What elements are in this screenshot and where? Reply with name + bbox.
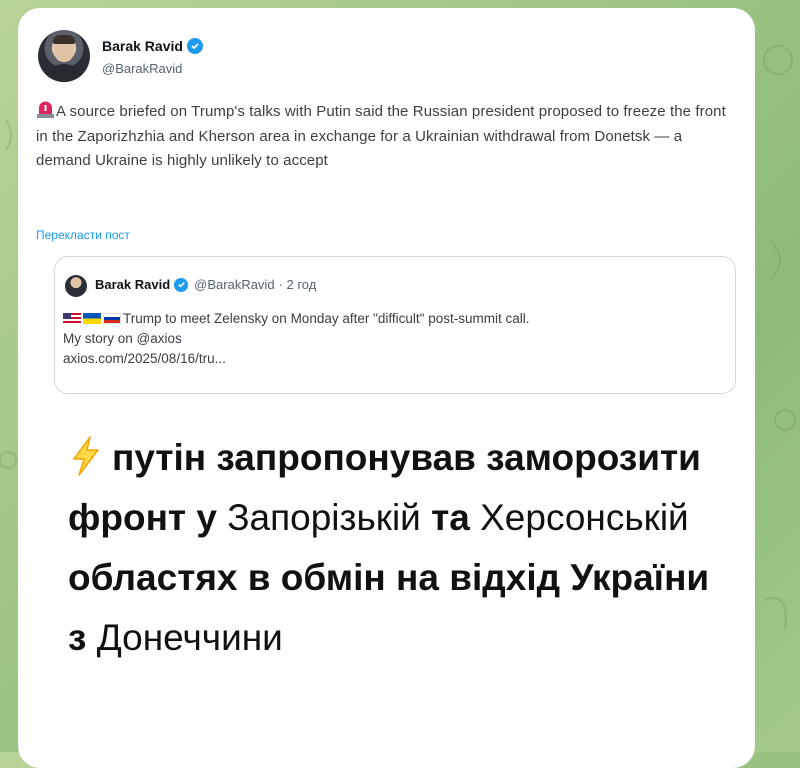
- headline-part-6: Донеччини: [96, 617, 283, 658]
- ukraine-flag-icon: [83, 313, 101, 324]
- quoted-line-2: My story on @axios: [63, 331, 182, 346]
- headline-text: путін запропонував заморозити фронт у За…: [68, 428, 728, 668]
- quoted-header: Barak Ravid @BarakRavid · 2 год: [95, 277, 316, 292]
- quoted-tweet-card[interactable]: Barak Ravid @BarakRavid · 2 год Trump to…: [54, 256, 736, 394]
- translate-link[interactable]: Перекласти пост: [36, 228, 130, 242]
- author-handle[interactable]: @BarakRavid: [102, 61, 182, 76]
- quoted-avatar: [65, 275, 87, 297]
- quoted-link[interactable]: axios.com/2025/08/16/tru...: [63, 349, 723, 369]
- headline-part-2: Запорізькій: [227, 497, 421, 538]
- quoted-author-handle: @BarakRavid: [194, 277, 275, 292]
- quoted-text: Trump to meet Zelensky on Monday after "…: [63, 309, 723, 369]
- verified-icon: [174, 277, 189, 292]
- message-bubble: Barak Ravid @BarakRavid A source briefed…: [18, 8, 755, 768]
- headline-part-3: та: [431, 497, 470, 538]
- author-name[interactable]: Barak Ravid: [102, 38, 183, 54]
- quoted-timestamp: · 2 год: [278, 277, 317, 292]
- avatar[interactable]: [38, 30, 90, 82]
- quoted-line-1-text: Trump to meet Zelensky on Monday after "…: [123, 311, 530, 326]
- quoted-line-1: Trump to meet Zelensky on Monday after "…: [63, 309, 723, 329]
- quoted-author-name: Barak Ravid: [95, 277, 171, 292]
- tweet-body: A source briefed on Trump's talks with P…: [36, 103, 726, 169]
- headline-part-4: Херсонській: [480, 497, 689, 538]
- lightning-icon: [68, 434, 104, 476]
- verified-icon: [186, 38, 203, 54]
- siren-icon: [36, 101, 55, 118]
- tweet-header: Barak Ravid @BarakRavid: [38, 30, 538, 90]
- author-row: Barak Ravid: [102, 38, 203, 54]
- russia-flag-icon: [103, 313, 121, 324]
- us-flag-icon: [63, 313, 81, 324]
- tweet-text: A source briefed on Trump's talks with P…: [36, 100, 726, 174]
